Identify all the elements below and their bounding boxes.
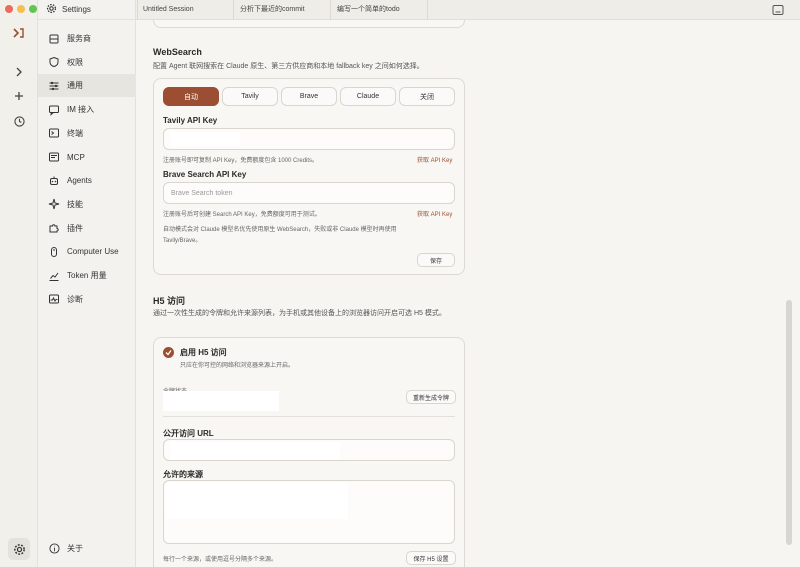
websearch-title: WebSearch <box>153 47 202 57</box>
chat-icon <box>48 104 60 116</box>
tavily-hint: 注册账号即可复制 API Key，免费额度包含 1000 Credits。 <box>163 158 319 164</box>
sidebar-item-label: 关于 <box>67 544 83 553</box>
brave-get-key-link[interactable]: 获取 API Key <box>417 209 452 218</box>
diagnostics-icon <box>48 293 60 305</box>
sidebar-item-1[interactable]: 服务商 <box>38 27 136 50</box>
sidebar-item-about[interactable]: 关于 <box>38 537 136 560</box>
websearch-description: 配置 Agent 联网搜索在 Claude 原生、第三方供应商和本地 fallb… <box>153 63 424 70</box>
tavily-get-key-link[interactable]: 获取 API Key <box>417 155 452 164</box>
robot-icon <box>48 175 60 187</box>
sidebar-item-label: 通用 <box>67 81 83 91</box>
sparkle-icon <box>48 198 60 210</box>
sidebar-item-5[interactable]: 终端 <box>38 122 136 145</box>
close-window-button[interactable] <box>5 5 13 13</box>
sidebar-item-6[interactable]: MCP <box>38 146 136 169</box>
server-icon <box>48 33 60 45</box>
terminal-logo-icon[interactable] <box>9 23 29 43</box>
allowed-origins-label: 允许的来源 <box>163 470 203 479</box>
tab-analyze-commit[interactable]: 分析下最近的commit <box>240 0 305 20</box>
clock-icon[interactable] <box>9 111 29 131</box>
settings-title: Settings <box>62 5 91 14</box>
enable-h5-hint: 只应在你可控的网络和浏览器来源上开启。 <box>180 363 295 369</box>
mcp-icon <box>48 151 60 163</box>
redacted-token <box>163 391 279 411</box>
shield-icon <box>48 56 60 68</box>
sidebar-item-2[interactable]: 权限 <box>38 51 136 74</box>
public-url-label: 公开访问 URL <box>163 429 214 438</box>
mode-auto-button[interactable]: 自动 <box>163 87 219 106</box>
chevron-right-icon[interactable] <box>9 62 29 82</box>
info-icon <box>48 543 60 555</box>
gear-icon <box>46 3 57 16</box>
websearch-note: 自动模式会对 Claude 模型名优先使用原生 WebSearch，失败或非 C… <box>163 227 397 244</box>
sidebar-item-label: 插件 <box>67 223 83 233</box>
sidebar-item-label: IM 接入 <box>67 105 95 115</box>
sidebar-item-label: 技能 <box>67 199 83 209</box>
settings-gear-icon[interactable] <box>8 538 30 560</box>
h5-description: 通过一次性生成的令牌和允许来源列表，为手机或其他设备上的浏览器访问开启可选 H5… <box>153 310 446 317</box>
tavily-key-label: Tavily API Key <box>163 116 218 125</box>
scrollbar[interactable] <box>786 300 792 545</box>
sidebar-item-10[interactable]: Computer Use <box>38 240 136 263</box>
previous-section-card <box>153 20 465 28</box>
settings-content: WebSearch 配置 Agent 联网搜索在 Claude 原生、第三方供应… <box>136 20 792 567</box>
sidebar-item-label: Computer Use <box>67 247 119 257</box>
sidebar-item-label: MCP <box>67 152 85 162</box>
sidebar-item-label: 终端 <box>67 128 83 138</box>
tab-divider <box>137 0 138 20</box>
sidebar-item-label: 服务商 <box>67 34 91 43</box>
sidebar-item-label: 诊断 <box>67 294 83 304</box>
sidebar-item-label: Agents <box>67 176 92 186</box>
chart-icon <box>48 270 60 282</box>
app-rail <box>0 0 38 567</box>
settings-header: Settings <box>38 0 135 20</box>
terminal-icon <box>48 127 60 139</box>
tab-divider <box>330 0 331 20</box>
mode-tavily-button[interactable]: Tavily <box>222 87 278 106</box>
regenerate-token-button[interactable]: 重新生成令牌 <box>406 390 456 404</box>
redacted-value <box>170 132 240 146</box>
h5-card: 启用 H5 访问 只应在你可控的网络和浏览器来源上开启。 令牌状态 重新生成令牌… <box>153 337 465 567</box>
mode-off-button[interactable]: 关闭 <box>399 87 455 106</box>
sidebar-item-3[interactable]: 通用 <box>38 74 136 98</box>
tab-divider <box>427 0 428 20</box>
settings-sidebar: Settings 服务商权限通用 IM 接入终端 MCP Agents 技能插件 Comp… <box>38 0 136 567</box>
tab-divider <box>233 0 234 20</box>
sidebar-item-7[interactable]: Agents <box>38 169 136 192</box>
plus-icon[interactable] <box>9 86 29 106</box>
redacted-origins <box>166 483 348 519</box>
mouse-icon <box>48 246 60 258</box>
sidebar-item-label: Token 用量 <box>67 271 107 280</box>
sidebar-item-9[interactable]: 插件 <box>38 217 136 240</box>
origins-hint: 每行一个来源，或使用逗号分隔多个来源。 <box>163 557 278 563</box>
sidebar-item-label: 权限 <box>67 57 83 67</box>
sidebar-item-12[interactable]: 诊断 <box>38 288 136 311</box>
puzzle-icon <box>48 222 60 234</box>
save-h5-button[interactable]: 保存 H5 设置 <box>406 551 456 565</box>
brave-key-label: Brave Search API Key <box>163 170 247 179</box>
sliders-icon <box>48 80 60 92</box>
websearch-save-button[interactable]: 保存 <box>417 253 455 267</box>
tab-todo[interactable]: 编写一个简单的todo <box>337 0 400 20</box>
websearch-card: 自动 Tavily Brave Claude 关闭 Tavily API Key… <box>153 78 465 275</box>
brave-hint: 注册账号后可创建 Search API Key，免费额度可用于测试。 <box>163 212 321 218</box>
panel-toggle-icon[interactable] <box>772 4 784 16</box>
redacted-url <box>170 442 340 459</box>
sidebar-item-4[interactable]: IM 接入 <box>38 98 136 121</box>
mode-brave-button[interactable]: Brave <box>281 87 337 106</box>
zoom-window-button[interactable] <box>29 5 37 13</box>
brave-key-input[interactable]: Brave Search token <box>163 182 455 204</box>
sidebar-item-11[interactable]: Token 用量 <box>38 264 136 287</box>
enable-h5-checkbox[interactable] <box>163 347 174 358</box>
sidebar-item-8[interactable]: 技能 <box>38 193 136 216</box>
enable-h5-label: 启用 H5 访问 <box>180 348 227 357</box>
tab-untitled-session[interactable]: Untitled Session <box>143 0 194 20</box>
minimize-window-button[interactable] <box>17 5 25 13</box>
mode-claude-button[interactable]: Claude <box>340 87 396 106</box>
h5-title: H5 访问 <box>153 296 186 306</box>
session-tabbar: Untitled Session 分析下最近的commit 编写一个简单的tod… <box>136 0 800 20</box>
divider <box>163 416 455 417</box>
